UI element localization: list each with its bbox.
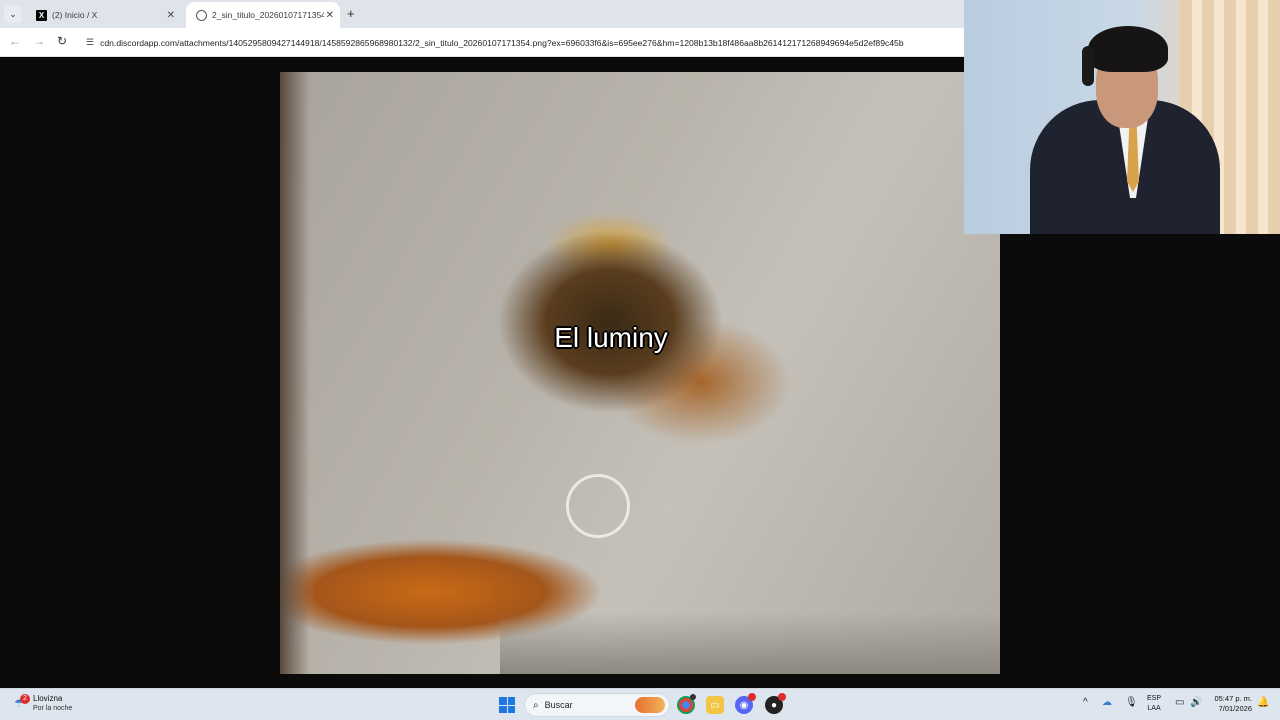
windows-start-icon[interactable] bbox=[499, 697, 515, 713]
tab-title: 2_sin_titulo_20260107171354.p bbox=[212, 10, 324, 20]
taskbar-search[interactable]: ⌕ Buscar bbox=[524, 693, 670, 717]
weather-condition: Llovizna bbox=[33, 694, 63, 703]
obs-icon[interactable]: ● bbox=[765, 693, 786, 714]
new-tab-button[interactable]: + bbox=[347, 6, 355, 21]
meme-image: El luminy bbox=[280, 72, 1000, 674]
clock-date: 7/01/2026 bbox=[1218, 704, 1252, 713]
language-code: ESP bbox=[1147, 695, 1162, 702]
close-icon[interactable]: ✕ bbox=[326, 10, 334, 21]
language-indicator[interactable]: ESP LAA bbox=[1147, 694, 1161, 714]
file-explorer-icon[interactable]: ▭ bbox=[706, 696, 724, 714]
reload-icon[interactable]: ↻ bbox=[57, 34, 67, 48]
clock-time: 05:47 p. m. bbox=[1214, 694, 1252, 703]
tab-search-button[interactable]: ⌄ bbox=[4, 5, 22, 23]
search-icon: ⌕ bbox=[533, 699, 539, 711]
ring-object bbox=[566, 474, 630, 538]
back-arrow-icon[interactable]: ← bbox=[9, 34, 21, 48]
weather-widget[interactable]: ☂ 2 Llovizna Por la noche bbox=[14, 694, 72, 714]
rain-icon: ☂ 2 bbox=[14, 694, 30, 711]
volume-icon[interactable]: 🔊 bbox=[1190, 697, 1202, 708]
weather-detail: Por la noche bbox=[33, 705, 73, 712]
search-label: Buscar bbox=[544, 700, 573, 710]
network-icon[interactable]: ▭ bbox=[1175, 697, 1184, 708]
taskbar: ☂ 2 Llovizna Por la noche ⌕ Buscar ▭ ◉ ●… bbox=[0, 688, 1280, 720]
image-caption: El luminy bbox=[554, 322, 668, 353]
url-text: cdn.discordapp.com/attachments/140529580… bbox=[100, 37, 904, 48]
onedrive-icon[interactable]: ☁ bbox=[1102, 697, 1112, 708]
notification-bell-icon[interactable]: 🔔 bbox=[1257, 697, 1269, 708]
close-icon[interactable]: ✕ bbox=[167, 10, 175, 21]
site-info-icon[interactable]: ☰ bbox=[86, 37, 94, 48]
notification-badge: 2 bbox=[20, 694, 30, 704]
image-shadow-edge bbox=[280, 72, 310, 674]
tab-inicio-x[interactable]: X (2) Inicio / X ✕ bbox=[26, 2, 181, 28]
discord-icon[interactable]: ◉ bbox=[735, 693, 756, 714]
chrome-icon[interactable] bbox=[677, 694, 696, 714]
tab-title: (2) Inicio / X bbox=[52, 10, 98, 20]
microphone-icon[interactable]: 🎙 bbox=[1125, 697, 1138, 708]
globe-icon bbox=[196, 9, 207, 21]
webcam-person-hair bbox=[1088, 26, 1168, 72]
headset-icon bbox=[1082, 46, 1094, 86]
system-clock[interactable]: 05:47 p. m. 7/01/2026 bbox=[1208, 694, 1252, 714]
tab-discord-image[interactable]: 2_sin_titulo_20260107171354.p ✕ bbox=[186, 2, 340, 28]
search-highlight-icon bbox=[635, 697, 665, 713]
keyboard-layout: LAA bbox=[1147, 705, 1161, 712]
x-logo-icon: X bbox=[36, 9, 47, 21]
webcam-overlay bbox=[964, 0, 1280, 234]
image-ground bbox=[500, 612, 1000, 674]
chevron-up-icon[interactable]: ^ bbox=[1083, 697, 1088, 708]
forward-arrow-icon[interactable]: → bbox=[33, 34, 45, 48]
